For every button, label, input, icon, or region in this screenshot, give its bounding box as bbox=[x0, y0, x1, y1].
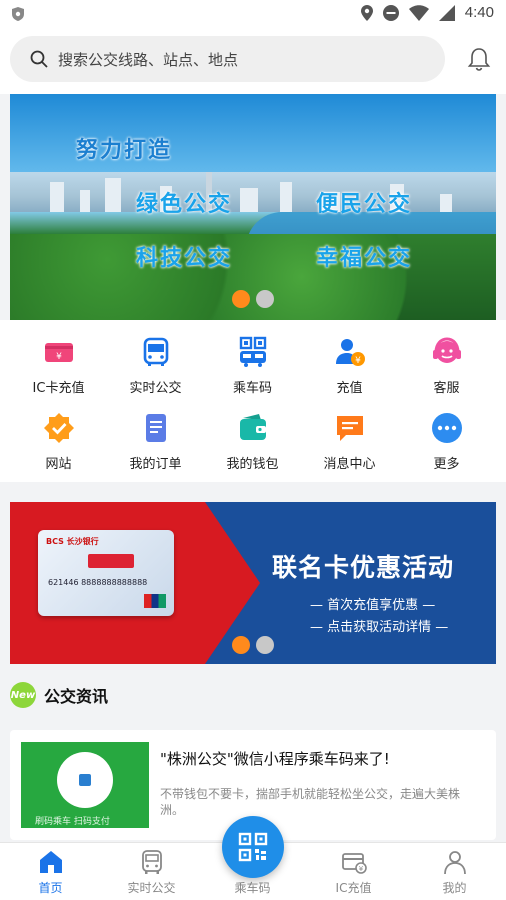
ic-card-icon: ¥ bbox=[44, 343, 73, 362]
svg-text:¥: ¥ bbox=[56, 352, 62, 362]
quick-actions-grid: ¥ IC卡充值 实时公交 乘车码 ¥ 充值 客服 网站 我的订单 我的钱包 消息… bbox=[0, 320, 506, 482]
grid-item-ic-card-recharge[interactable]: ¥ IC卡充值 bbox=[8, 336, 109, 396]
grid-item-label: 乘车码 bbox=[232, 381, 272, 396]
tab-label: 我的 bbox=[442, 881, 467, 895]
qr-code-icon bbox=[238, 832, 268, 862]
bus-tab-icon bbox=[141, 850, 162, 874]
banner-carousel[interactable]: 努力打造 绿色公交 便民公交 科技公交 幸福公交 bbox=[10, 94, 496, 320]
thumbnail-caption: 刷码乘车 扫码支付 bbox=[35, 817, 110, 827]
header: 搜索公交线路、站点、地点 bbox=[0, 28, 506, 94]
svg-text:¥: ¥ bbox=[358, 865, 363, 873]
grid-item-customer-service[interactable]: 客服 bbox=[396, 336, 497, 396]
grid-item-label: 网站 bbox=[45, 457, 72, 472]
location-icon bbox=[360, 4, 373, 21]
grid-item-label: IC卡充值 bbox=[32, 381, 85, 396]
grid-item-label: 消息中心 bbox=[323, 457, 376, 472]
city-skyline bbox=[10, 172, 496, 212]
banner-slogan-3: 便民公交 bbox=[316, 192, 413, 217]
search-placeholder: 搜索公交线路、站点、地点 bbox=[58, 50, 239, 69]
card-number: 621446 8888888888888 bbox=[48, 578, 148, 587]
badge-check-icon bbox=[43, 413, 74, 443]
promo-subtext-2: — 点击获取活动详情 — bbox=[310, 620, 449, 635]
shield-icon bbox=[12, 7, 24, 21]
wallet-icon bbox=[239, 414, 266, 440]
bank-card-image: BCS 长沙银行 621446 8888888888888 bbox=[38, 530, 174, 616]
search-bar[interactable]: 搜索公交线路、站点、地点 bbox=[10, 36, 445, 82]
banner-pagination bbox=[232, 290, 274, 308]
clock: 4:40 bbox=[464, 4, 494, 21]
status-bar: 4:40 bbox=[0, 0, 506, 28]
news-section-header: New 公交资讯 bbox=[10, 682, 108, 708]
tab-label: 实时公交 bbox=[127, 881, 176, 895]
banner-slogan-5: 幸福公交 bbox=[316, 246, 413, 271]
order-icon bbox=[145, 414, 166, 442]
card-bank-name: BCS 长沙银行 bbox=[46, 537, 99, 546]
grid-item-label: 我的订单 bbox=[129, 457, 182, 472]
grid-item-label: 更多 bbox=[433, 457, 460, 472]
grid-item-website[interactable]: 网站 bbox=[8, 412, 109, 472]
news-description: 不带钱包不要卡，揣部手机就能轻松坐公交，走遍大美株洲。 bbox=[160, 787, 461, 817]
banner-slogan-2: 绿色公交 bbox=[136, 192, 233, 217]
headset-icon bbox=[432, 337, 461, 363]
news-title: "株洲公交"微信小程序乘车码来了! bbox=[160, 750, 390, 768]
wifi-icon bbox=[408, 4, 429, 21]
pagination-dot-active[interactable] bbox=[232, 636, 250, 654]
ride-code-fab[interactable] bbox=[222, 816, 284, 878]
tab-home[interactable]: 首页 bbox=[0, 849, 101, 896]
pagination-dot-active[interactable] bbox=[232, 290, 250, 308]
grid-item-my-wallet[interactable]: 我的钱包 bbox=[202, 412, 303, 472]
tab-ic-recharge[interactable]: ¥ IC充值 bbox=[303, 849, 404, 896]
profile-icon bbox=[443, 851, 466, 875]
do-not-disturb-icon bbox=[382, 4, 399, 21]
unionpay-logo bbox=[144, 594, 166, 608]
pagination-dot[interactable] bbox=[256, 636, 274, 654]
grid-item-label: 我的钱包 bbox=[226, 457, 279, 472]
tab-label: IC充值 bbox=[335, 881, 372, 895]
notification-bell-icon[interactable] bbox=[466, 46, 492, 72]
more-icon bbox=[431, 413, 462, 443]
user-yuan-icon: ¥ bbox=[335, 339, 365, 366]
promo-subtext-1: — 首次充值享优惠 — bbox=[310, 598, 436, 613]
grid-item-ride-code[interactable]: 乘车码 bbox=[202, 336, 303, 396]
grid-item-my-orders[interactable]: 我的订单 bbox=[105, 412, 206, 472]
qr-bus-icon bbox=[239, 336, 266, 367]
tab-label: 首页 bbox=[38, 881, 63, 895]
search-icon bbox=[30, 50, 48, 68]
signal-icon bbox=[438, 4, 455, 21]
message-icon bbox=[336, 416, 363, 441]
promo-banner[interactable]: BCS 长沙银行 621446 8888888888888 联名卡优惠活动 — … bbox=[10, 502, 496, 664]
promo-pagination bbox=[232, 636, 274, 654]
tab-realtime-bus[interactable]: 实时公交 bbox=[101, 849, 202, 896]
bus-icon bbox=[143, 337, 168, 366]
tab-label: 乘车码 bbox=[234, 881, 271, 895]
svg-text:¥: ¥ bbox=[355, 356, 361, 366]
grid-item-realtime-bus[interactable]: 实时公交 bbox=[105, 336, 206, 396]
grid-item-label: 充值 bbox=[336, 381, 363, 396]
grid-item-more[interactable]: 更多 bbox=[396, 412, 497, 472]
tab-profile[interactable]: 我的 bbox=[404, 849, 505, 896]
grid-item-recharge[interactable]: ¥ 充值 bbox=[299, 336, 400, 396]
card-tab-icon: ¥ bbox=[341, 853, 367, 874]
news-section-title: 公交资讯 bbox=[44, 687, 109, 706]
pagination-dot[interactable] bbox=[256, 290, 274, 308]
grid-item-label: 实时公交 bbox=[129, 381, 182, 396]
banner-slogan-4: 科技公交 bbox=[136, 246, 233, 271]
card-bus-graphic bbox=[88, 554, 134, 568]
promo-headline: 联名卡优惠活动 bbox=[272, 553, 455, 582]
grid-item-label: 客服 bbox=[433, 381, 460, 396]
news-thumbnail: 刷码乘车 扫码支付 bbox=[21, 742, 149, 828]
new-badge-icon: New bbox=[10, 682, 36, 708]
banner-slogan-1: 努力打造 bbox=[76, 138, 173, 163]
mini-program-qr-icon bbox=[57, 752, 113, 808]
grid-item-message-center[interactable]: 消息中心 bbox=[299, 412, 400, 472]
home-icon bbox=[39, 851, 62, 873]
